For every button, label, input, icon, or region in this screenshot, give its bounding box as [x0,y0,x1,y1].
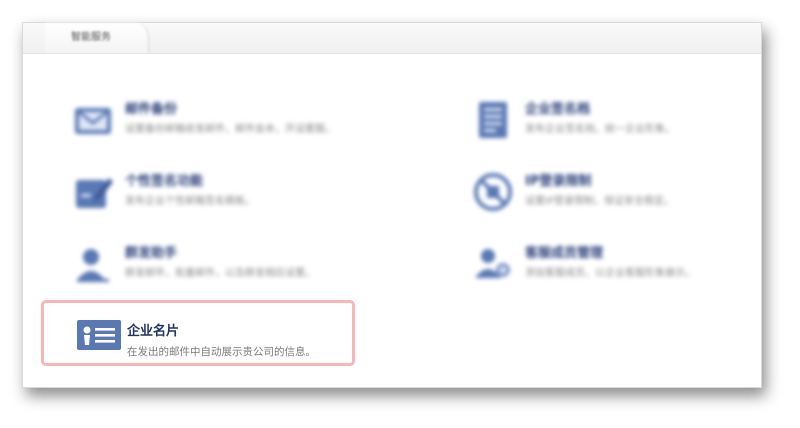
service-item-personal-signature[interactable]: 个性签名功能 发布企业个性邮箱签名模板。 [73,168,373,218]
tab-bar: 智能服务 [23,23,761,54]
service-item-mass-mail[interactable]: 群发助手 群发邮件，批量邮件，以及群发相应设置。 [73,240,373,290]
service-item-desc: 发布企业签名档，统一企业形象。 [525,124,675,135]
tab-smart-service[interactable]: 智能服务 [45,23,149,53]
signature-doc-icon [479,102,507,138]
service-item-title: 邮件备份 [125,102,178,117]
service-item-signature[interactable]: 企业签名档 发布企业签名档，统一企业形象。 [473,96,773,146]
service-item-desc: 设置IP登录限制，保证安全稳定。 [525,196,674,207]
mail-backup-icon [75,108,111,134]
service-item-desc: 设置备份邮箱收发邮件，邮件会本，开设置服。 [125,124,335,135]
business-card-desc: 在发出的邮件中自动展示贵公司的信息。 [127,346,316,358]
service-item-ip-restriction[interactable]: IP登录限制 设置IP登录限制，保证安全稳定。 [473,168,773,218]
service-item-service-staff[interactable]: 客服成员管理 添加客服成员，以企业客服形象展示。 [473,240,773,290]
service-item-desc: 群发邮件，批量邮件，以及群发相应设置。 [125,268,315,279]
service-item-title: 客服成员管理 [525,246,604,261]
service-item-desc: 发布企业个性邮箱签名模板。 [125,196,255,207]
smart-service-panel: 智能服务 邮件备份 设置备份邮箱收发邮件，邮件会本，开设置服。 企业签名档 发布… [22,22,762,388]
business-card-title: 企业名片 [127,324,180,339]
service-item-mail-backup[interactable]: 邮件备份 设置备份邮箱收发邮件，邮件会本，开设置服。 [73,96,373,146]
business-card-icon [77,320,121,350]
service-item-desc: 添加客服成员，以企业客服形象展示。 [525,268,695,279]
service-staff-icon [475,249,510,278]
service-item-title: IP登录限制 [525,174,592,189]
personal-signature-icon [76,178,113,208]
service-item-title: 企业签名档 [525,102,591,117]
service-item-title: 个性签名功能 [125,174,204,189]
service-item-title: 群发助手 [125,246,178,261]
service-item-business-card[interactable]: 企业名片 在发出的邮件中自动展示贵公司的信息。 [41,300,355,366]
ip-restriction-icon [474,173,512,211]
mass-mail-icon [77,249,109,282]
